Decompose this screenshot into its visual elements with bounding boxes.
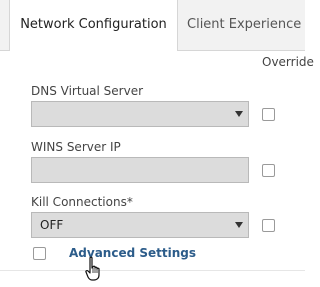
- chevron-down-icon: [235, 222, 243, 228]
- dns-override-checkbox[interactable]: [262, 108, 275, 121]
- chevron-down-icon: [235, 111, 243, 117]
- override-column-header: Override: [262, 55, 314, 69]
- dns-virtual-server-select[interactable]: [31, 101, 249, 127]
- tab-network-configuration[interactable]: Network Configuration: [9, 0, 178, 51]
- dns-virtual-server-label: DNS Virtual Server: [31, 84, 144, 98]
- hand-pointer-icon: [85, 256, 100, 281]
- wins-server-ip-label: WINS Server IP: [31, 140, 121, 154]
- advanced-settings-checkbox[interactable]: [33, 247, 46, 260]
- tab-label: Client Experience: [187, 17, 302, 32]
- wins-server-ip-input[interactable]: [31, 157, 249, 183]
- wins-override-checkbox[interactable]: [262, 164, 275, 177]
- kill-connections-value: OFF: [40, 218, 64, 232]
- kill-connections-select[interactable]: OFF: [31, 212, 249, 238]
- kill-connections-override-checkbox[interactable]: [262, 219, 275, 232]
- divider: [0, 270, 305, 271]
- kill-connections-label: Kill Connections*: [31, 195, 133, 209]
- tab-bar: Network Configuration Client Experience: [0, 0, 305, 51]
- tab-client-experience[interactable]: Client Experience: [187, 0, 305, 50]
- tab-label: Network Configuration: [20, 17, 167, 32]
